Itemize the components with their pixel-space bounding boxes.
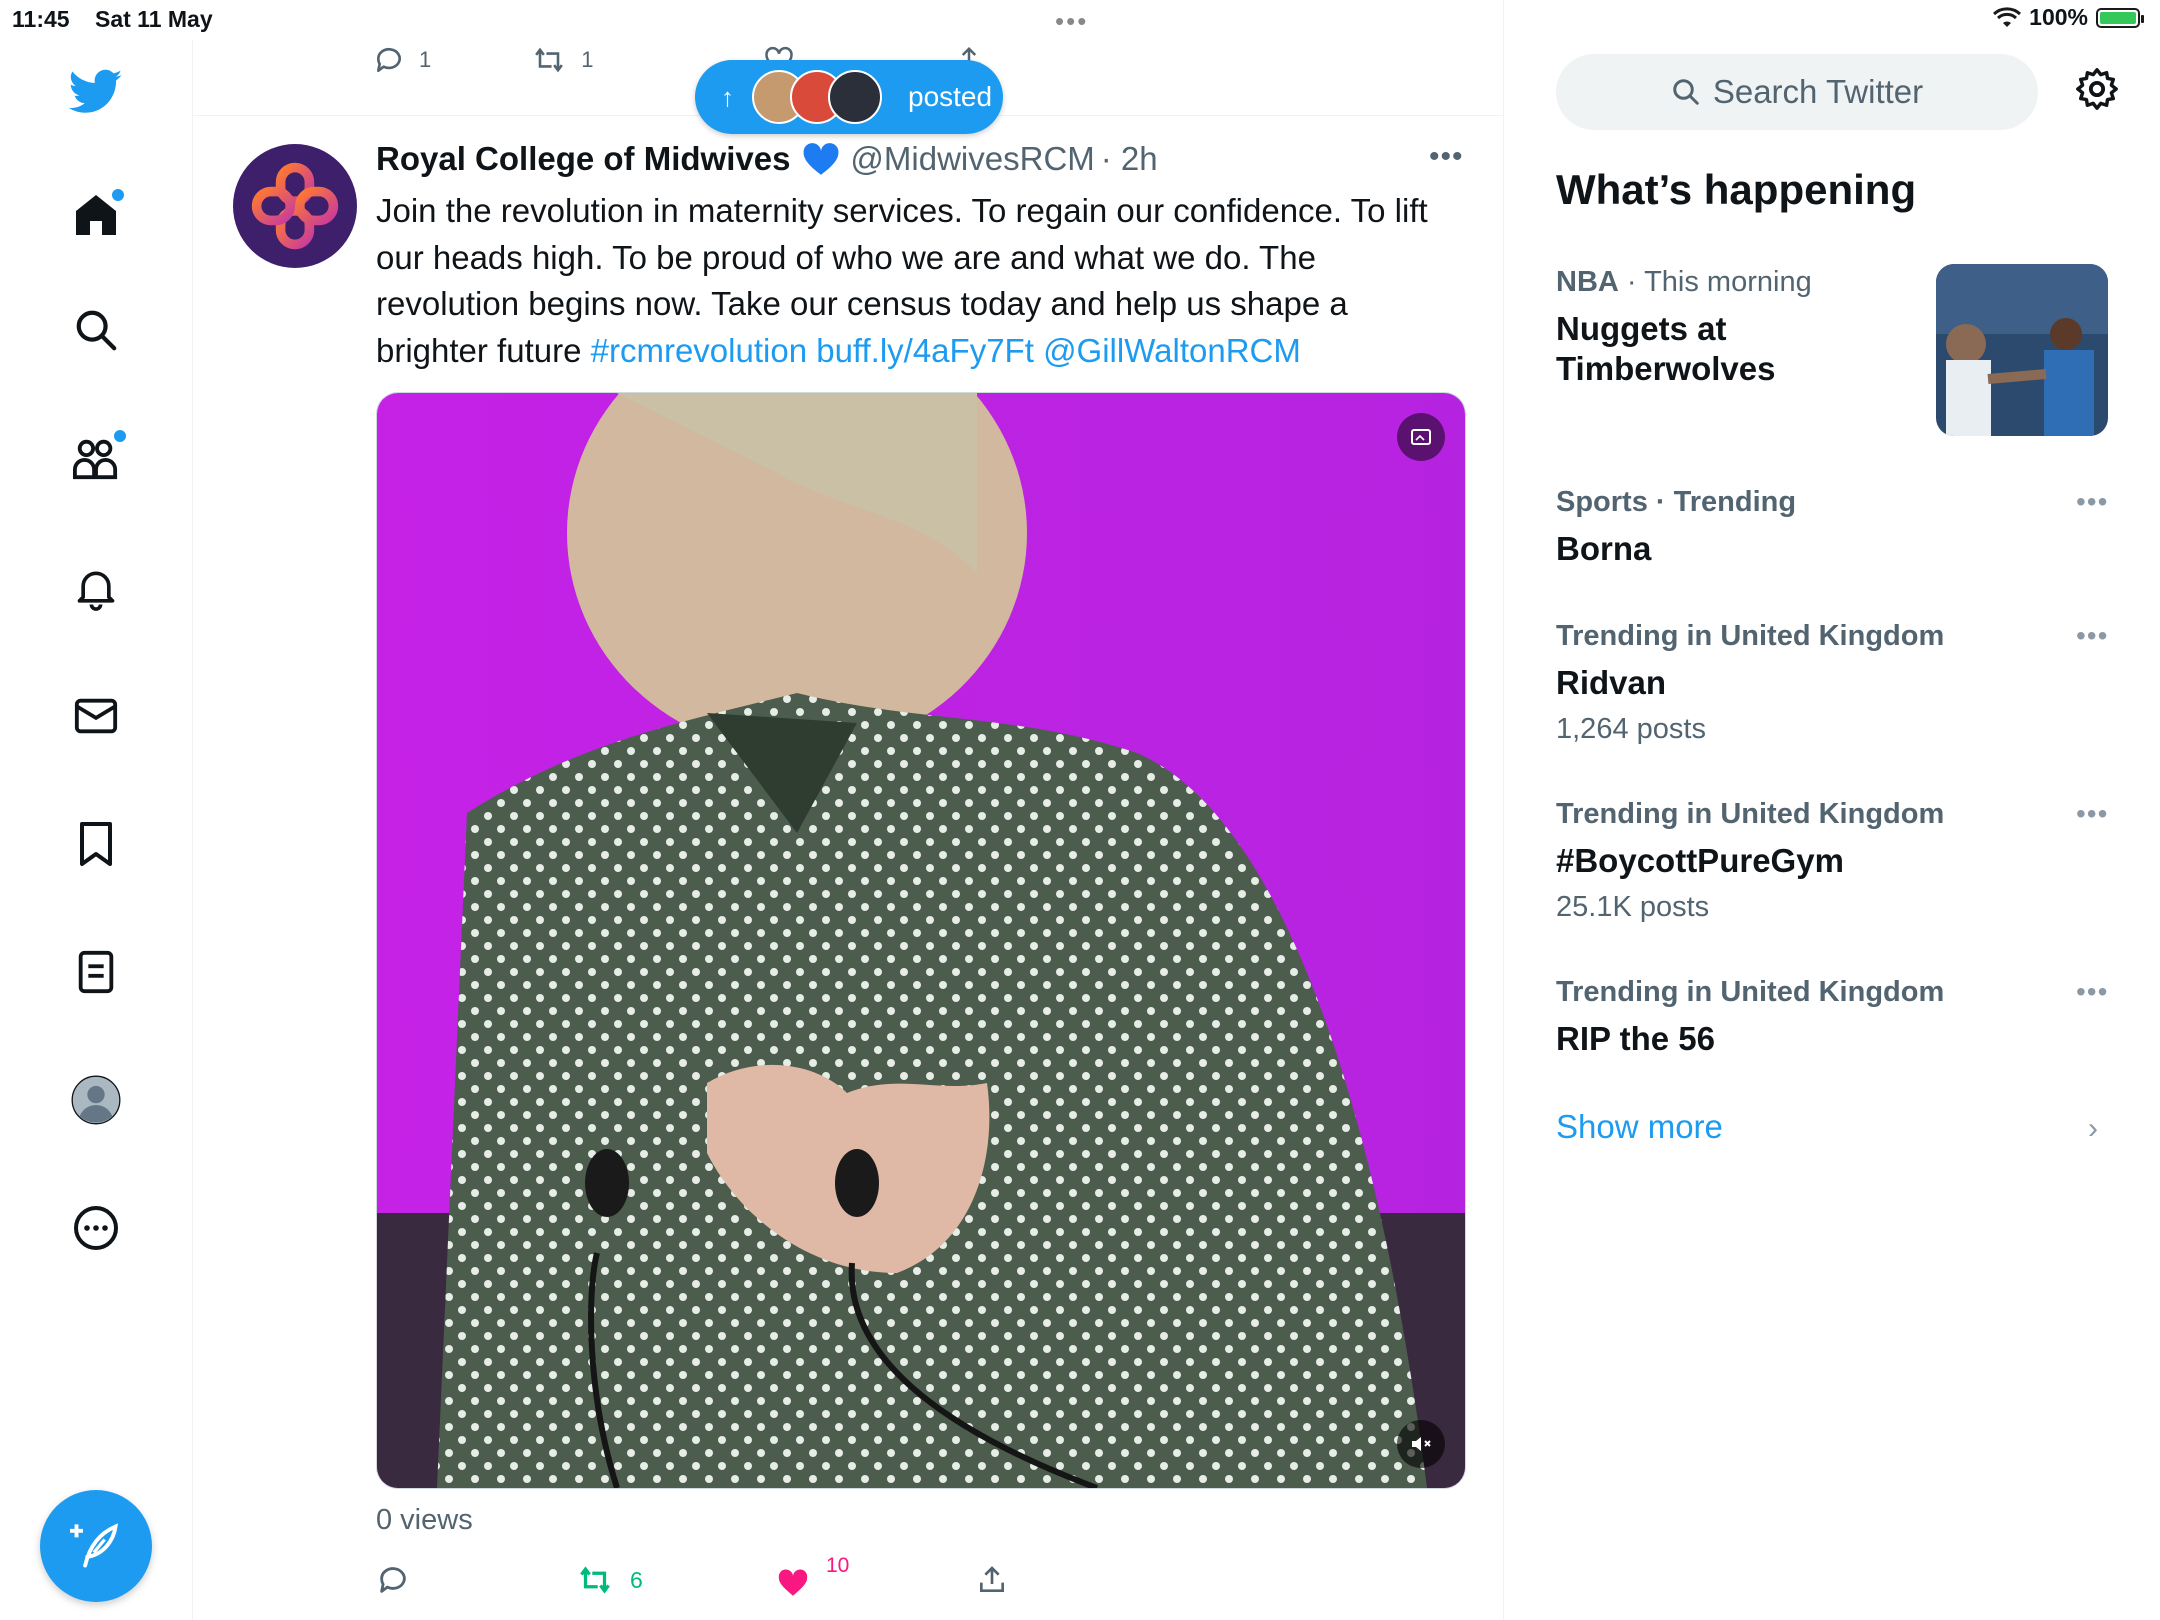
author-handle[interactable]: @MidwivesRCM — [850, 140, 1094, 178]
tweet-text: Join the revolution in maternity service… — [376, 188, 1436, 374]
trend-count: 1,264 posts — [1556, 713, 1706, 745]
chevron-right-icon: › — [2088, 1112, 2098, 1145]
avatar — [828, 70, 882, 124]
communities-icon[interactable] — [66, 428, 128, 488]
mention-link[interactable]: @GillWaltonRCM — [1043, 332, 1301, 369]
trend-more-icon[interactable]: ••• — [2076, 620, 2108, 652]
search-icon — [1673, 79, 1699, 105]
alt-badge-icon[interactable] — [1397, 413, 1445, 461]
url-link[interactable]: buff.ly/4aFy7Ft — [816, 332, 1034, 369]
trend-count: 25.1K posts — [1556, 891, 1710, 923]
trend-more-icon[interactable]: ••• — [2076, 486, 2108, 518]
trend-category: Trending in United Kingdom — [1556, 620, 1945, 652]
tweet-avatar[interactable] — [233, 144, 357, 268]
search-icon[interactable] — [66, 300, 126, 360]
twitter-logo[interactable] — [66, 62, 126, 122]
gear-icon — [2076, 68, 2118, 110]
compose-icon — [70, 1523, 118, 1568]
trend-category: Trending in United Kingdom — [1556, 976, 1945, 1008]
tweet-more-icon[interactable]: ••• — [1429, 140, 1464, 174]
verified-heart-icon — [803, 143, 839, 175]
new-posts-pill[interactable]: ↑ posted — [695, 60, 1003, 134]
trend-title: RIP the 56 — [1556, 1020, 1715, 1057]
author-name[interactable]: Royal College of Midwives — [376, 140, 790, 178]
basketball-photo — [1936, 264, 2108, 436]
home-icon[interactable] — [66, 185, 126, 245]
notifications-icon[interactable] — [66, 558, 126, 618]
reply-button[interactable]: 1 — [373, 44, 431, 76]
trend-image[interactable] — [1936, 264, 2108, 436]
compose-button[interactable] — [40, 1490, 152, 1602]
show-more-link[interactable]: Show more — [1556, 1108, 1723, 1146]
tweet-header: Royal College of Midwives @MidwivesRCM ·… — [376, 140, 1158, 178]
retweet-button[interactable]: 1 — [531, 44, 594, 76]
reply-button[interactable] — [376, 1560, 576, 1600]
profile-icon[interactable] — [66, 1070, 126, 1130]
view-count: 0 views — [376, 1504, 473, 1536]
status-time: 11:45 — [12, 6, 70, 32]
bookmarks-icon[interactable] — [66, 814, 126, 874]
like-count: 10 — [826, 1554, 850, 1577]
trend-item[interactable]: Sports · Trending Borna — [1556, 486, 1796, 569]
reply-icon — [376, 47, 401, 72]
trend-title: #BoycottPureGym — [1556, 842, 1844, 879]
main-timeline: 1 1 ↑ posted Royal College of Midwives @… — [193, 0, 1504, 1620]
retweet-button[interactable]: 6 — [576, 1560, 776, 1600]
hashtag-link[interactable]: #rcmrevolution — [591, 332, 807, 369]
heart-filled-icon — [778, 1569, 808, 1596]
like-button[interactable]: 10 — [776, 1554, 976, 1600]
trend-item[interactable]: NBA · This morning Nuggets at Timberwolv… — [1556, 266, 1816, 389]
lists-icon[interactable] — [66, 942, 126, 1002]
tweet-actions: 6 10 — [376, 1554, 1008, 1600]
new-posts-label: posted — [908, 81, 993, 112]
reply-count: 1 — [419, 47, 432, 72]
tweet-time: · 2h — [1100, 140, 1158, 177]
trend-title: Nuggets at Timberwolves — [1556, 310, 1776, 387]
search-placeholder: Search Twitter — [1712, 73, 1924, 110]
mute-icon[interactable] — [1397, 1420, 1445, 1468]
retweet-icon — [580, 1566, 610, 1594]
share-button[interactable] — [976, 1560, 1008, 1600]
tweet-video[interactable] — [376, 392, 1466, 1489]
trend-meta: · This morning — [1618, 266, 1812, 298]
trend-more-icon[interactable]: ••• — [2076, 976, 2108, 1008]
retweet-count: 6 — [630, 1566, 643, 1593]
whats-happening-heading: What’s happening — [1556, 166, 1917, 213]
retweet-count: 1 — [581, 47, 594, 72]
more-icon[interactable] — [66, 1198, 126, 1258]
video-frame — [377, 393, 1465, 1488]
trend-category: Sports · Trending — [1556, 486, 1797, 518]
trend-category: Trending in United Kingdom — [1556, 798, 1945, 830]
trend-title: Borna — [1556, 530, 1652, 567]
settings-button[interactable] — [2074, 66, 2120, 117]
trend-category: NBA — [1556, 266, 1619, 298]
trend-more-icon[interactable]: ••• — [2076, 798, 2108, 830]
search-input[interactable]: Search Twitter — [1556, 54, 2038, 130]
trend-title: Ridvan — [1556, 664, 1667, 701]
arrow-up-icon: ↑ — [721, 81, 734, 112]
trend-item[interactable]: Trending in United Kingdom RIP the 56 — [1556, 976, 1944, 1059]
new-posts-avatars — [752, 70, 882, 124]
messages-icon[interactable] — [66, 686, 126, 746]
rcm-logo-icon — [251, 162, 339, 250]
trend-item[interactable]: Trending in United Kingdom Ridvan 1,264 … — [1556, 620, 1944, 746]
share-icon — [980, 1566, 1004, 1592]
right-sidebar: Search Twitter What’s happening NBA · Th… — [1504, 0, 2160, 1620]
reply-icon — [380, 1567, 406, 1593]
trend-item[interactable]: Trending in United Kingdom #BoycottPureG… — [1556, 798, 1944, 924]
left-nav — [0, 40, 193, 1620]
retweet-icon — [535, 47, 564, 73]
